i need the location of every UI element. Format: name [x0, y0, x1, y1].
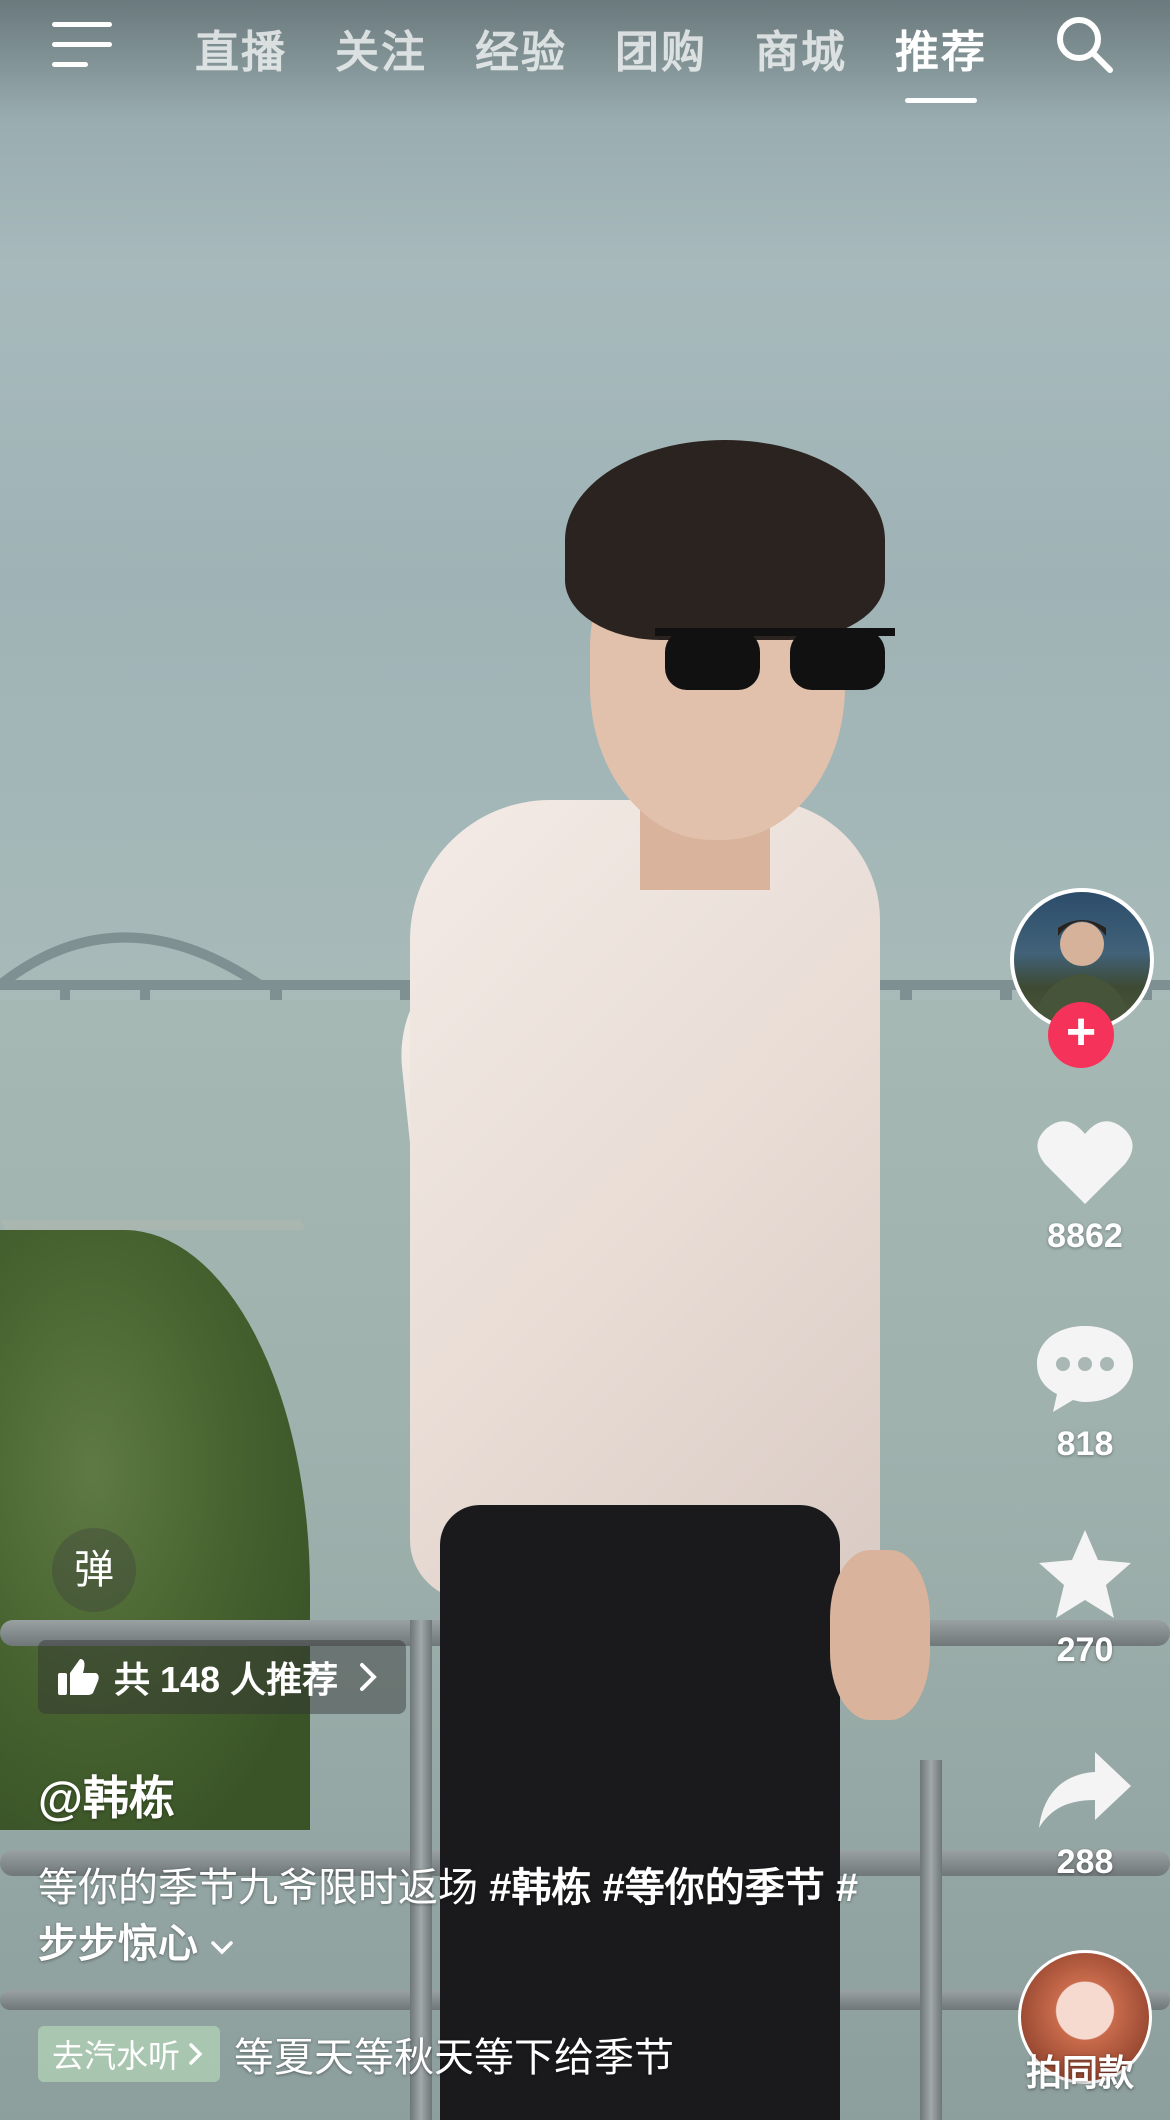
- top-bar: 直播 关注 经验 团购 商城 推荐: [0, 0, 1170, 120]
- chevron-down-icon[interactable]: [209, 1937, 235, 1957]
- tab-live[interactable]: 直播: [195, 16, 335, 80]
- recommend-pill[interactable]: 共 148 人推荐: [38, 1640, 407, 1714]
- railing-post: [920, 1760, 942, 2120]
- tab-mall[interactable]: 商城: [755, 16, 895, 80]
- white-shirt: [410, 800, 880, 1600]
- music-chip-label: 去汽水听: [52, 2038, 181, 2074]
- heart-icon: [1037, 1121, 1133, 1204]
- follow-button[interactable]: +: [1048, 1002, 1114, 1068]
- share-button[interactable]: 288: [1010, 1748, 1160, 1882]
- chevron-right-icon: [360, 1663, 377, 1691]
- like-count: 8862: [1047, 1217, 1123, 1255]
- recommend-label: 共 148 人推荐: [114, 1659, 339, 1700]
- author-name[interactable]: @韩栋: [38, 1762, 175, 1828]
- sunglasses: [655, 628, 895, 690]
- hand: [830, 1550, 930, 1720]
- tab-following[interactable]: 关注: [335, 16, 475, 80]
- star-icon: [1039, 1530, 1131, 1618]
- thumbs-up-icon: [58, 1659, 99, 1695]
- music-app-chip[interactable]: 去汽水听: [38, 2026, 221, 2082]
- music-title: 等夏天等秋天等下给季节: [234, 2036, 675, 2080]
- hashtag[interactable]: #等你的季节: [603, 1866, 825, 1910]
- chevron-right-icon: [189, 2043, 203, 2065]
- same-style-button[interactable]: 拍同款: [1026, 2044, 1134, 2096]
- share-count: 288: [1056, 1843, 1114, 1881]
- tab-recommended[interactable]: 推荐: [895, 16, 1035, 103]
- video-caption[interactable]: 等你的季节九爷限时返场 #韩栋 #等你的季节 #步步惊心: [38, 1860, 898, 1972]
- share-icon: [1039, 1752, 1131, 1828]
- top-tabs: 直播 关注 经验 团购 商城 推荐: [195, 16, 1035, 103]
- hair: [565, 440, 885, 640]
- comment-icon: [1037, 1326, 1133, 1412]
- caption-text: 等你的季节九爷限时返场: [38, 1866, 490, 1910]
- danmu-toggle[interactable]: 弹: [52, 1528, 136, 1612]
- menu-icon[interactable]: [52, 22, 116, 70]
- comment-count: 818: [1056, 1425, 1114, 1463]
- video-frame[interactable]: [0, 0, 1170, 2120]
- tab-group-buy[interactable]: 团购: [615, 16, 755, 80]
- favorite-button[interactable]: 270: [1010, 1528, 1160, 1670]
- search-icon[interactable]: [1052, 12, 1116, 76]
- like-button[interactable]: 8862: [1010, 1116, 1160, 1256]
- tab-experience[interactable]: 经验: [475, 16, 615, 80]
- favorite-count: 270: [1056, 1631, 1114, 1669]
- music-bar[interactable]: 去汽水听 等夏天等秋天等下给季节: [38, 2024, 714, 2084]
- hashtag[interactable]: #韩栋: [489, 1866, 591, 1910]
- comment-button[interactable]: 818: [1010, 1322, 1160, 1464]
